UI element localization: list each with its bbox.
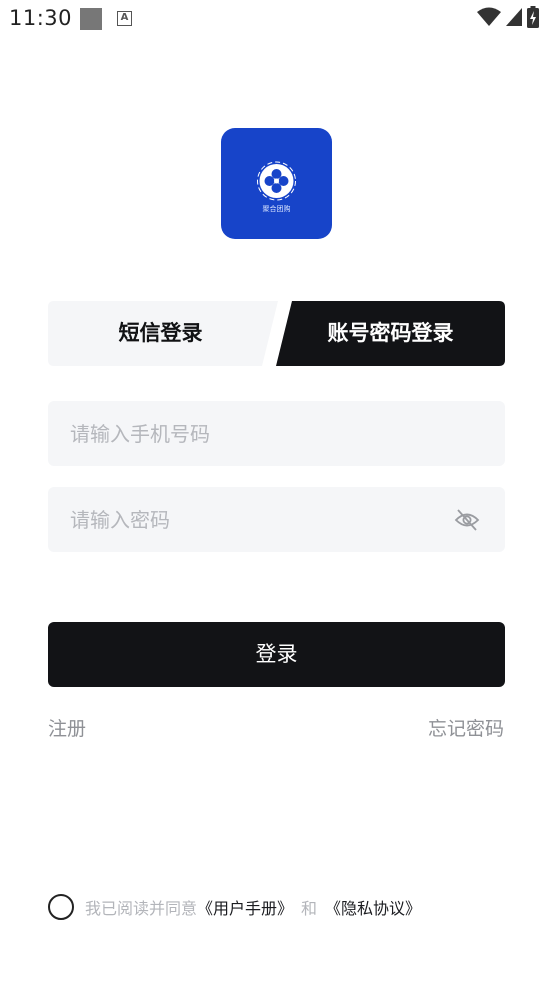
signal-icon [506, 8, 522, 26]
agreement-checkbox[interactable] [48, 894, 74, 920]
login-button[interactable]: 登录 [48, 622, 505, 687]
password-field [48, 487, 505, 552]
user-manual-link[interactable]: 《用户手册》 [197, 895, 293, 919]
phone-field [48, 401, 505, 466]
notification-square-icon [80, 8, 102, 30]
status-indicators [477, 6, 539, 28]
forgot-password-link[interactable]: 忘记密码 [428, 714, 504, 741]
status-bar: 11:30 A [0, 0, 551, 38]
eye-closed-icon[interactable] [453, 507, 481, 533]
agreement-row: 我已阅读并同意 《用户手册》 和 《隐私协议》 [48, 894, 421, 920]
phone-input[interactable] [48, 401, 450, 466]
register-link[interactable]: 注册 [48, 714, 86, 741]
login-mode-tabs: 短信登录 账号密码登录 [48, 301, 505, 366]
logo-caption: 聚合团购 [262, 205, 291, 213]
battery-charging-icon [527, 6, 539, 28]
tab-sms-label: 短信登录 [118, 321, 203, 345]
tab-sms-login[interactable]: 短信登录 [48, 301, 278, 366]
privacy-policy-link[interactable]: 《隐私协议》 [325, 895, 421, 919]
status-time: 11:30 [9, 6, 73, 30]
app-logo: 聚合团购 [221, 128, 332, 239]
logo-clover-icon [257, 161, 296, 201]
tab-password-login[interactable]: 账号密码登录 [276, 301, 505, 366]
agreement-prefix: 我已阅读并同意 [85, 899, 198, 918]
notification-app-icon: A [117, 11, 132, 26]
wifi-icon [477, 7, 501, 26]
agreement-and: 和 [301, 899, 318, 918]
password-input[interactable] [48, 487, 450, 552]
tab-password-label: 账号密码登录 [327, 321, 454, 345]
